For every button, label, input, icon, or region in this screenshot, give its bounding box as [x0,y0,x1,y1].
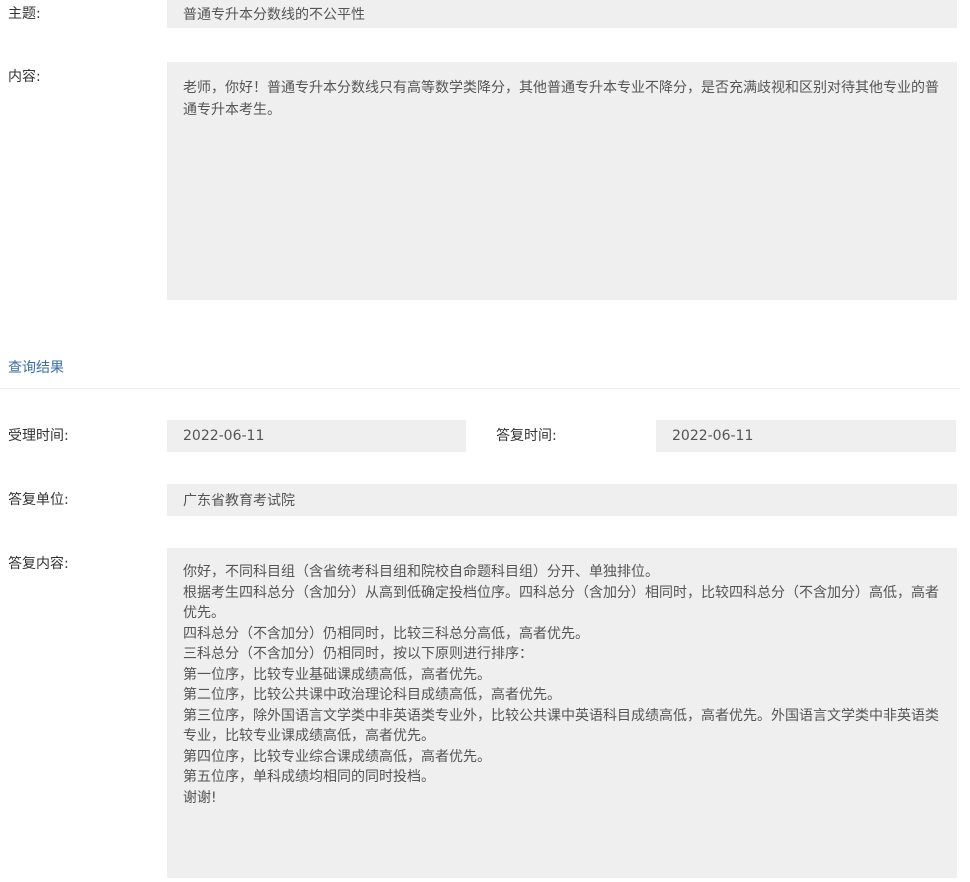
reply-unit-label: 答复单位: [8,492,69,508]
reply-content-label: 答复内容: [8,556,69,572]
accept-time-label: 受理时间: [8,428,69,444]
reply-time-label: 答复时间: [496,428,557,444]
subject-label: 主题: [8,6,41,22]
query-results-section-title[interactable]: 查询结果 [8,358,64,378]
section-divider [0,388,960,389]
reply-unit-field: 广东省教育考试院 [167,484,957,516]
accept-time-field: 2022-06-11 [167,420,466,452]
content-label: 内容: [8,69,41,85]
reply-time-field: 2022-06-11 [656,420,956,452]
subject-field: 普通专升本分数线的不公平性 [167,0,957,28]
content-field: 老师，你好！普通专升本分数线只有高等数学类降分，其他普通专升本专业不降分，是否充… [167,62,957,300]
reply-content-field: 你好，不同科目组（含省统考科目组和院校自命题科目组）分开、单独排位。 根据考生四… [167,548,957,878]
